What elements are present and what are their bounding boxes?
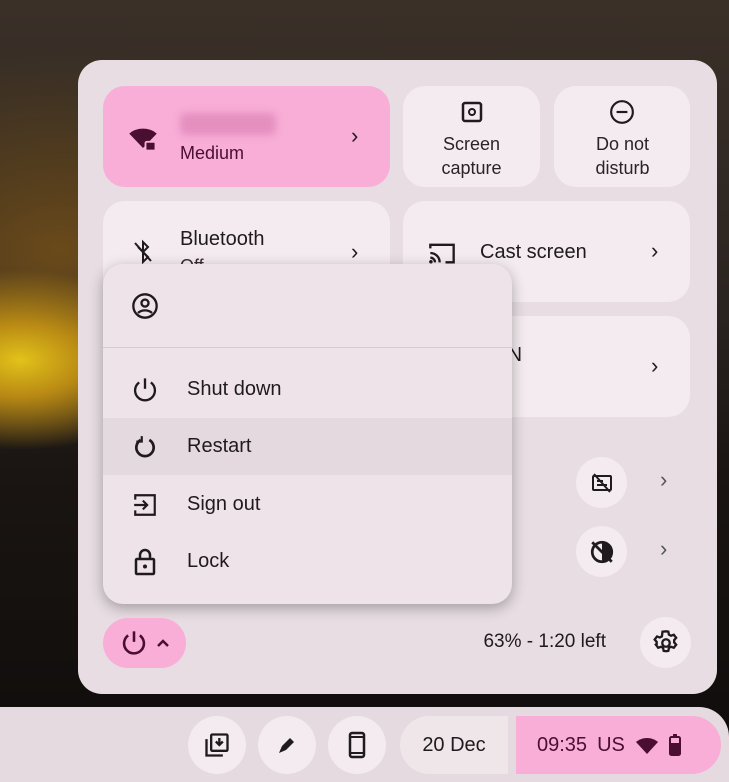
holding-space-button[interactable] [188, 716, 246, 774]
settings-button[interactable] [640, 617, 691, 668]
network-name-blurred [180, 113, 276, 135]
power-menu: Shut down Restart Sign out Lock [103, 264, 512, 604]
network-strength: Medium [180, 143, 245, 163]
lock-icon [103, 548, 187, 576]
cast-icon [427, 239, 457, 267]
wifi-icon [635, 738, 658, 754]
menu-item-label: Shut down [187, 378, 282, 400]
chevron-right-icon[interactable]: › [651, 238, 658, 264]
menu-item-label: Lock [187, 550, 230, 572]
gear-icon [652, 629, 678, 652]
clock-time: 09:35 [537, 733, 588, 756]
menu-item-shut-down[interactable]: Shut down [103, 361, 512, 418]
power-button[interactable] [103, 618, 186, 668]
chevron-right-icon[interactable]: › [660, 467, 667, 493]
bluetooth-off-icon [131, 239, 155, 265]
menu-item-lock[interactable]: Lock [103, 533, 512, 590]
ime-indicator: US [597, 733, 625, 756]
restart-icon [103, 434, 187, 460]
battery-icon [668, 734, 681, 756]
sign-out-icon [103, 492, 187, 518]
screen-capture-label2: capture [441, 158, 502, 178]
chevron-right-icon[interactable]: › [651, 353, 658, 379]
battery-status: 63% - 1:20 left [483, 631, 606, 652]
screen-capture-tile[interactable]: Screen capture [403, 86, 540, 187]
phone-hub-button[interactable] [328, 716, 386, 774]
menu-item-label: Restart [187, 435, 252, 457]
menu-item-sign-out[interactable]: Sign out [103, 476, 512, 533]
night-light-button[interactable] [576, 526, 627, 577]
download-tray-icon [205, 733, 229, 757]
chevron-right-icon[interactable]: › [351, 239, 358, 265]
do-not-disturb-tile[interactable]: Do not disturb [554, 86, 690, 187]
dnd-label1: Do not [595, 134, 650, 154]
pen-icon [279, 738, 294, 753]
chevron-up-icon [156, 639, 169, 647]
chevron-right-icon[interactable]: › [660, 536, 667, 562]
stylus-tools-button[interactable] [258, 716, 316, 774]
menu-item-restart[interactable]: Restart [103, 418, 512, 475]
network-tile[interactable]: Medium › [103, 86, 390, 187]
user-avatar-icon [131, 292, 159, 320]
screen-capture-label1: Screen [442, 134, 501, 154]
dnd-label2: disturb [595, 158, 650, 178]
screen-capture-icon [460, 100, 484, 124]
captions-off-button[interactable] [576, 457, 627, 508]
phone-icon [348, 731, 366, 759]
date-tray[interactable]: 20 Dec [400, 716, 508, 774]
chevron-right-icon[interactable]: › [351, 123, 358, 149]
menu-divider [103, 347, 512, 348]
power-icon [122, 631, 145, 655]
do-not-disturb-icon [609, 99, 635, 125]
captions-off-icon [591, 472, 612, 493]
power-icon [103, 376, 187, 404]
wifi-lock-icon [128, 123, 158, 153]
night-light-off-icon [590, 540, 613, 563]
status-tray[interactable]: 09:35 US [516, 716, 721, 774]
cast-label: Cast screen [480, 241, 587, 263]
menu-item-label: Sign out [187, 493, 261, 515]
bluetooth-label: Bluetooth [180, 228, 265, 250]
